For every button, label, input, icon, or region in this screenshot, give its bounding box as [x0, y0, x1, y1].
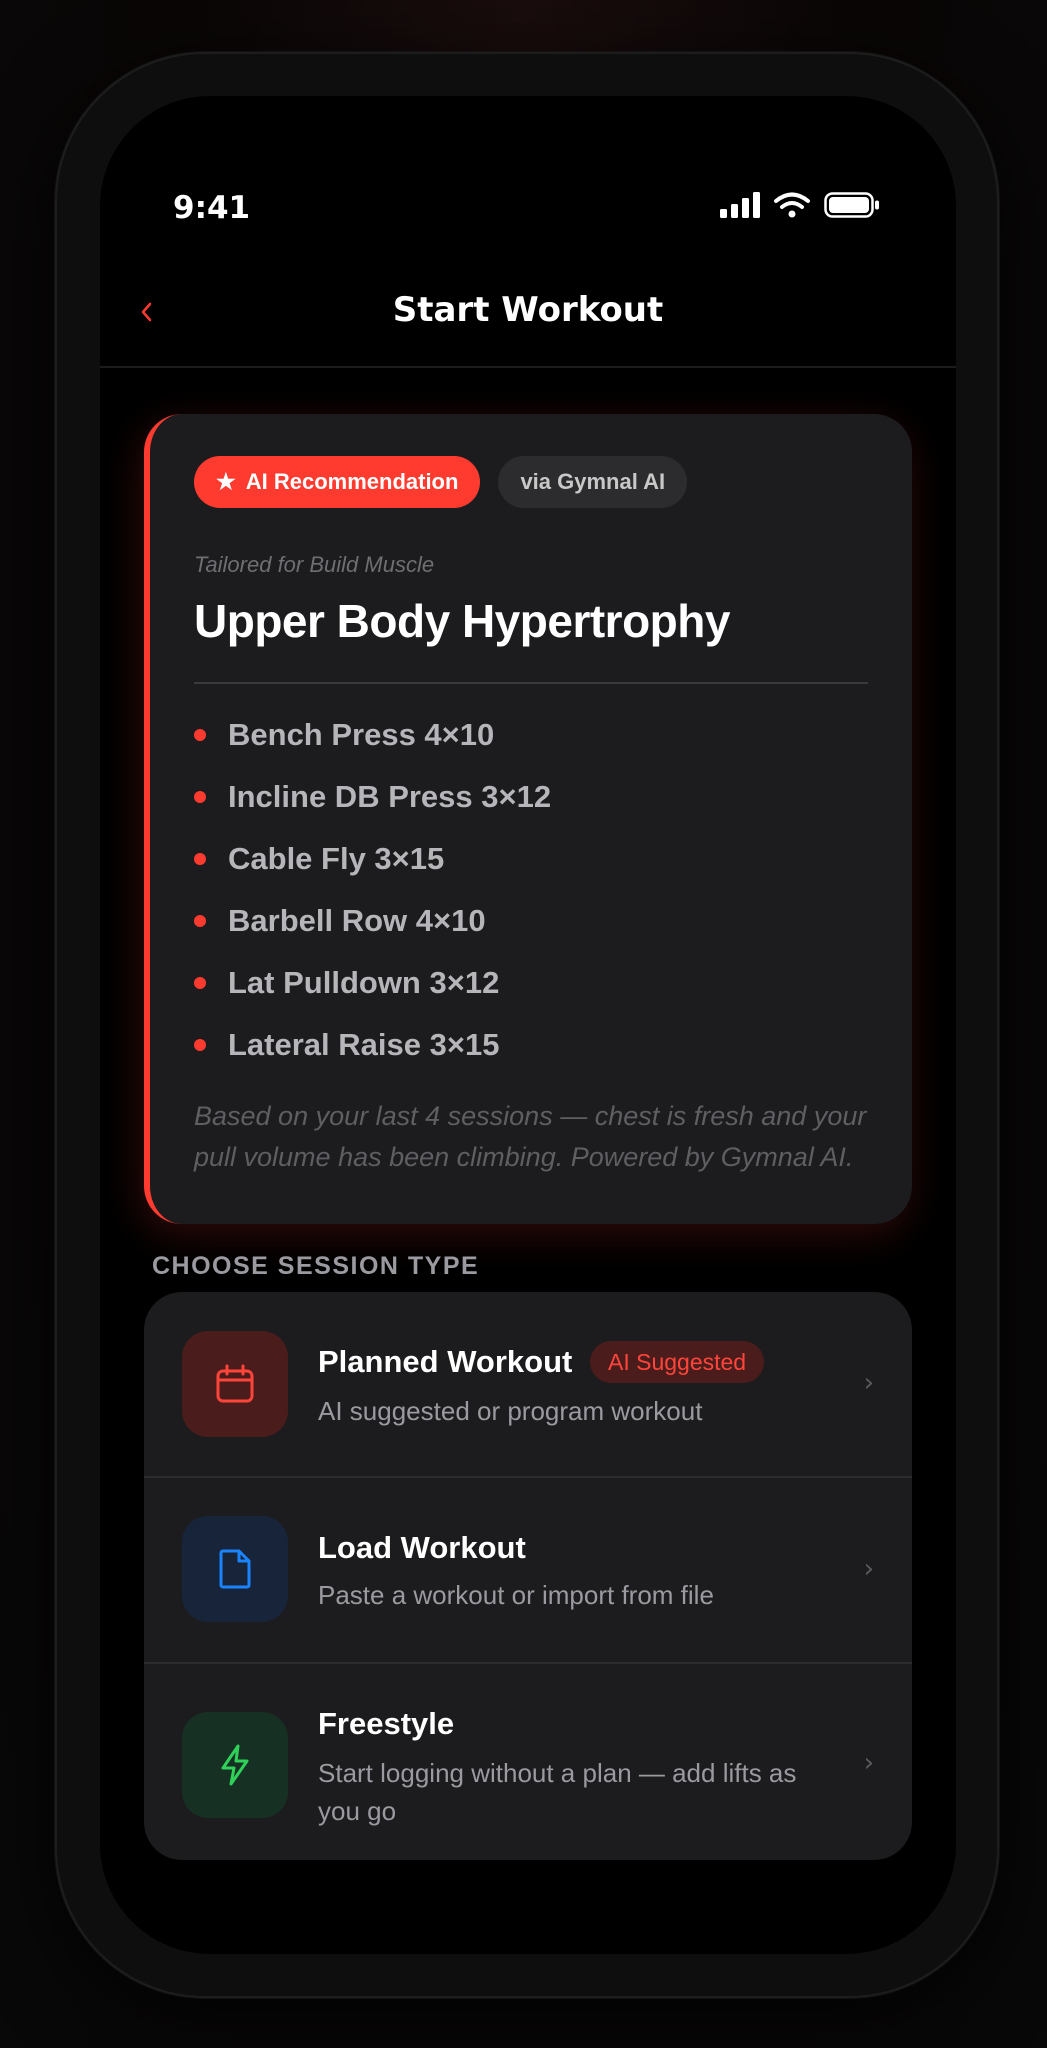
screen: 9:41 Start Workout ★ AI Recommendation v…	[100, 96, 956, 1954]
bullet-icon	[194, 1039, 206, 1051]
ai-suggested-badge: AI Suggested	[590, 1341, 765, 1383]
ai-recommendation-badge: ★ AI Recommendation	[194, 456, 481, 508]
divider	[194, 682, 868, 684]
exercise-label: Cable Fly 3×15	[228, 841, 445, 876]
calendar-icon	[182, 1331, 288, 1437]
session-freestyle[interactable]: Freestyle Start logging without a plan —…	[144, 1662, 912, 1860]
bullet-icon	[194, 729, 206, 741]
star-icon: ★	[216, 469, 236, 494]
exercise-label: Lat Pulldown 3×12	[228, 965, 500, 1000]
chevron-right-icon: ›	[863, 1554, 874, 1584]
file-icon	[182, 1516, 288, 1622]
session-planned-workout[interactable]: Planned Workout AI Suggested AI suggeste…	[144, 1292, 912, 1476]
badge-row: ★ AI Recommendation via Gymnal AI	[194, 456, 688, 508]
session-title: Freestyle	[318, 1706, 455, 1741]
exercise-list: Bench Press 4×10 Incline DB Press 3×12 C…	[194, 704, 551, 1076]
status-bar: 9:41	[100, 96, 956, 236]
exercise-item: Lateral Raise 3×15	[194, 1014, 551, 1076]
exercise-label: Bench Press 4×10	[228, 717, 495, 752]
session-description: AI suggested or program workout	[318, 1396, 703, 1426]
session-title: Load Workout	[318, 1530, 526, 1565]
page-title: Start Workout	[392, 290, 664, 330]
bullet-icon	[194, 791, 206, 803]
source-badge: via Gymnal AI	[498, 456, 688, 508]
phone-frame: 9:41 Start Workout ★ AI Recommendation v…	[55, 52, 999, 1998]
exercise-item: Incline DB Press 3×12	[194, 766, 551, 828]
status-icons	[720, 192, 880, 218]
battery-icon	[824, 192, 879, 218]
workout-title: Upper Body Hypertrophy	[194, 595, 730, 647]
nav-bar: Start Workout	[100, 266, 956, 368]
bullet-icon	[194, 977, 206, 989]
signal-icon	[720, 192, 760, 218]
exercise-label: Incline DB Press 3×12	[228, 779, 552, 814]
ai-recommendation-card[interactable]: ★ AI Recommendation via Gymnal AI Tailor…	[144, 414, 912, 1224]
session-description: Start logging without a plan — add lifts…	[318, 1758, 797, 1826]
section-label: CHOOSE SESSION TYPE	[152, 1252, 480, 1280]
wifi-icon	[774, 192, 810, 218]
session-description: Paste a workout or import from file	[318, 1580, 714, 1610]
exercise-item: Bench Press 4×10	[194, 704, 551, 766]
exercise-item: Barbell Row 4×10	[194, 890, 551, 952]
chevron-right-icon: ›	[863, 1748, 874, 1778]
exercise-item: Lat Pulldown 3×12	[194, 952, 551, 1014]
exercise-label: Lateral Raise 3×15	[228, 1027, 500, 1062]
exercise-label: Barbell Row 4×10	[228, 903, 486, 938]
bullet-icon	[194, 915, 206, 927]
session-type-list: Planned Workout AI Suggested AI suggeste…	[144, 1292, 912, 1860]
session-title: Planned Workout	[318, 1344, 573, 1379]
bullet-icon	[194, 853, 206, 865]
exercise-item: Cable Fly 3×15	[194, 828, 551, 890]
chevron-right-icon: ›	[863, 1368, 874, 1398]
session-load-workout[interactable]: Load Workout Paste a workout or import f…	[144, 1476, 912, 1662]
lightning-icon	[182, 1712, 288, 1818]
goal-caption: Tailored for Build Muscle	[194, 552, 435, 577]
ai-recommendation-label: AI Recommendation	[245, 469, 459, 494]
status-time: 9:41	[173, 190, 251, 226]
rationale-text: Based on your last 4 sessions — chest is…	[194, 1101, 867, 1172]
